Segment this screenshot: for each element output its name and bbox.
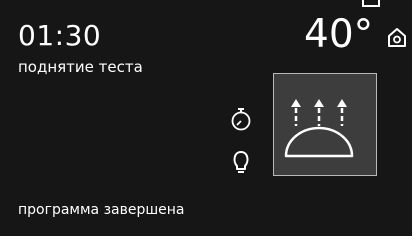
status-message: программа завершена: [18, 202, 185, 218]
lamp-button[interactable]: [231, 149, 251, 175]
home-icon: [388, 28, 406, 47]
temperature-display[interactable]: 40°: [304, 14, 373, 56]
stopwatch-icon: [231, 108, 251, 131]
dough-proving-mode-button[interactable]: [273, 73, 377, 176]
oven-display: 01:30 поднятие теста 40° программа завер…: [0, 0, 412, 236]
program-name: поднятие теста: [18, 58, 143, 76]
dough-proving-icon: [284, 99, 354, 158]
timer-button[interactable]: [230, 107, 252, 131]
timer-display[interactable]: 01:30: [18, 21, 101, 51]
home-button[interactable]: [386, 26, 408, 48]
light-bulb-icon: [233, 151, 249, 173]
top-handle: [362, 0, 380, 7]
